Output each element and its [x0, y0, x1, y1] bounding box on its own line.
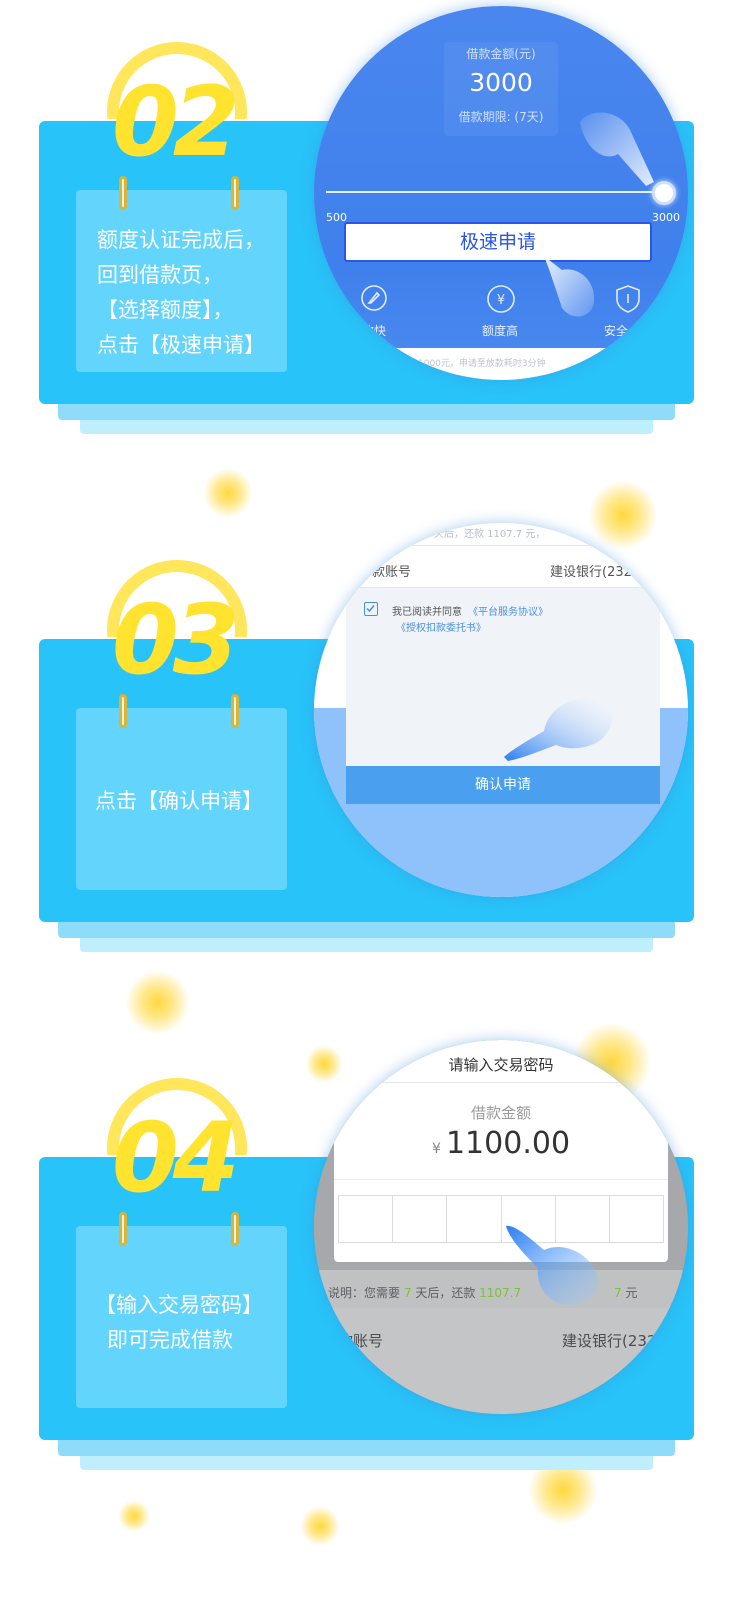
glow-decoration	[588, 480, 658, 550]
step-note: 额度认证完成后， 回到借款页， 【选择额度】， 点击【极速申请】	[76, 190, 287, 372]
agree-text: 我已阅读并同意	[392, 607, 462, 618]
pointer-hand-icon	[506, 1225, 598, 1305]
glow-decoration	[118, 1500, 150, 1532]
glow-decoration	[300, 1506, 340, 1546]
note-line: 【输入交易密码】	[95, 1293, 263, 1317]
account-label: 款账号	[372, 565, 412, 580]
yen-icon: ¥	[486, 284, 516, 314]
apply-button[interactable]: 极速申请	[344, 222, 652, 262]
agree-checkbox[interactable]	[364, 602, 378, 616]
feature-label: 安全	[604, 324, 629, 338]
repay-strip: 天后，还款 1107.7 元，	[434, 529, 546, 540]
dialog-title: 请输入交易密码	[448, 1056, 554, 1074]
step-number: 02	[112, 66, 240, 178]
binder-ring	[231, 1212, 239, 1246]
step-note: 点击【确认申请】	[76, 708, 287, 890]
bank-text: 建设银行(232	[562, 1332, 657, 1350]
phone-preview: 天后，还款 1107.7 元， 款账号 建设银行(232 我已阅读并同意 《平台…	[314, 523, 688, 897]
step-number: 03	[112, 584, 240, 696]
amount-label: 借款金额(元)	[466, 47, 536, 61]
repay-note: 说明：您需要 7 天后，还款 1107.7	[328, 1286, 522, 1300]
bank-text: 建设银行(232	[550, 565, 632, 580]
pointer-hand-icon	[580, 112, 654, 186]
shield-icon	[614, 284, 642, 314]
pointer-hand-icon	[504, 698, 613, 761]
loan-amount-value: ¥ 1100.00	[431, 1126, 571, 1161]
account-label: 款账号	[338, 1332, 384, 1350]
debit-authorization-link[interactable]: 《授权扣款委托书》	[396, 619, 486, 634]
slider-max: 3000	[652, 211, 680, 224]
phone-preview: 说明：您需要 7 天后，还款 1107.7 7 元 款账号 建设银行(232 请…	[314, 1040, 688, 1414]
binder-ring	[119, 1212, 127, 1246]
step-note: 【输入交易密码】 即可完成借款	[76, 1226, 287, 1408]
note-line: 回到借款页，	[97, 263, 223, 287]
binder-ring	[231, 176, 239, 210]
feature-label: 额度高	[482, 324, 519, 338]
note-line: 【选择额度】，	[97, 298, 234, 322]
note-line: 即可完成借款	[107, 1328, 233, 1352]
phone-preview: 借款金额(元) 3000 借款期限: (7天) 500 3000 极速申请 放款…	[314, 6, 688, 380]
note-line: 额度认证完成后，	[97, 228, 265, 252]
step-number: 04	[112, 1102, 240, 1214]
binder-ring	[119, 176, 127, 210]
note-line: 点击【极速申请】	[97, 333, 265, 357]
amount-value: 3000	[469, 68, 533, 97]
feature-label: 放款快	[350, 324, 387, 338]
binder-ring	[231, 694, 239, 728]
footnote: 1000元，申请至放款耗时3分钟	[418, 359, 546, 369]
service-agreement-link[interactable]: 《平台服务协议》	[468, 603, 548, 618]
glow-decoration	[125, 970, 190, 1035]
loan-amount-label: 借款金额	[470, 1104, 531, 1122]
binder-ring	[119, 694, 127, 728]
glow-decoration	[203, 468, 253, 518]
pointer-hand-icon	[544, 256, 595, 317]
note-line: 点击【确认申请】	[95, 789, 263, 813]
svg-text:¥: ¥	[497, 293, 505, 308]
rocket-icon	[360, 284, 388, 312]
confirm-button[interactable]: 确认申请	[346, 766, 660, 804]
